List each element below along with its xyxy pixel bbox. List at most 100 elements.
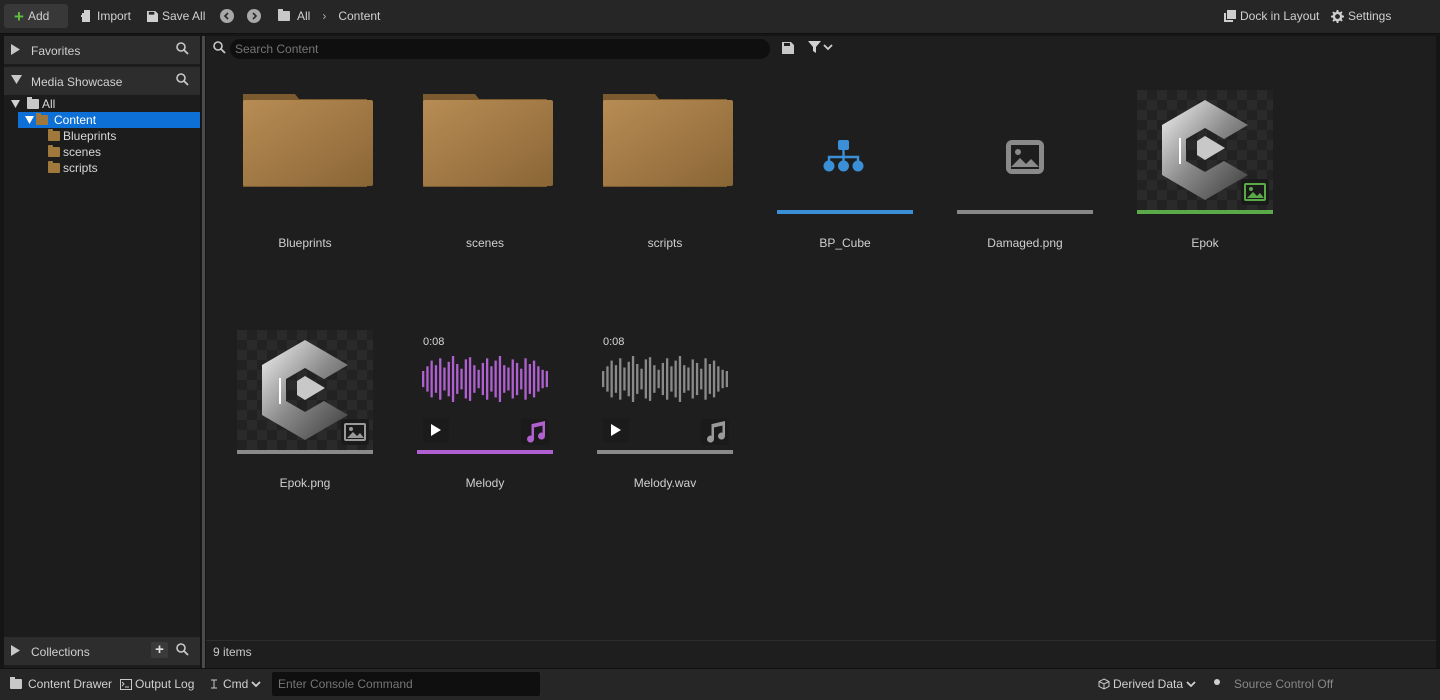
- waveform-bar: [486, 358, 489, 400]
- search-icon[interactable]: [176, 643, 189, 656]
- save-all-button[interactable]: Save All: [147, 4, 205, 28]
- add-button[interactable]: + Add: [4, 4, 68, 28]
- waveform-bar: [426, 366, 429, 392]
- waveform-bar: [430, 360, 433, 398]
- tree-label: Content: [54, 113, 97, 127]
- filter-icon: [808, 41, 821, 53]
- tree-item-content[interactable]: Content: [18, 112, 200, 128]
- asset-tile-melody[interactable]: 0:08 Melody: [417, 330, 553, 490]
- search-icon: [213, 41, 226, 54]
- image-icon: [1006, 140, 1044, 174]
- cmd-label: Cmd: [223, 677, 249, 691]
- import-button[interactable]: Import: [81, 4, 131, 28]
- waveform-bar: [636, 364, 639, 394]
- waveform-bar: [725, 371, 728, 388]
- play-button[interactable]: [423, 418, 449, 442]
- asset-type-bar: [957, 210, 1093, 214]
- folder-icon: [48, 161, 60, 173]
- waveform-bar: [545, 371, 548, 388]
- asset-tile-blueprints[interactable]: Blueprints: [237, 90, 373, 250]
- asset-tile-scripts[interactable]: scripts: [597, 90, 733, 250]
- console-input[interactable]: [278, 677, 540, 691]
- chevron-right-icon: ›: [322, 9, 327, 23]
- waveform-bar: [468, 357, 472, 401]
- asset-type-bar: [417, 450, 553, 454]
- folder-icon: [423, 94, 553, 187]
- waveform-bar: [640, 368, 643, 390]
- waveform-bar: [490, 366, 493, 392]
- tree-item-scenes[interactable]: scenes: [4, 144, 200, 160]
- derived-data-dropdown[interactable]: Derived Data: [1098, 677, 1196, 691]
- asset-name: BP_Cube: [819, 236, 871, 250]
- folder-icon: [36, 113, 48, 125]
- save-icon: [147, 10, 158, 22]
- search-icon[interactable]: [176, 42, 189, 55]
- waveform-bar: [687, 367, 690, 391]
- waveform-bar: [515, 362, 519, 396]
- source-control-button[interactable]: Source Control Off: [1234, 677, 1333, 691]
- asset-name: Damaged.png: [987, 236, 1063, 250]
- filter-dropdown[interactable]: [808, 41, 833, 53]
- output-log-button[interactable]: Output Log: [120, 677, 194, 691]
- breadcrumb-current[interactable]: Content: [338, 9, 380, 23]
- add-collection-button[interactable]: +: [151, 642, 168, 658]
- waveform-bar: [717, 366, 720, 392]
- breadcrumb-root[interactable]: All: [297, 9, 310, 23]
- waveform-bar: [631, 356, 635, 402]
- expand-arrow-icon: [11, 645, 20, 656]
- back-icon[interactable]: [220, 9, 234, 23]
- asset-name: Epok: [1191, 236, 1219, 250]
- forward-icon[interactable]: [247, 9, 261, 23]
- tree-item-all[interactable]: All: [4, 96, 200, 112]
- waveform-bar: [602, 371, 605, 388]
- chevron-down-icon: [251, 681, 261, 688]
- waveform-bar: [528, 364, 531, 394]
- waveform-bar: [657, 369, 660, 389]
- asset-tile-melody-wav[interactable]: 0:08 Melody.wav: [597, 330, 733, 490]
- waveform-bar: [511, 359, 514, 399]
- chevron-down-icon: [1186, 681, 1196, 688]
- asset-tile-epok[interactable]: Epok: [1137, 90, 1273, 250]
- favorites-header[interactable]: Favorites: [4, 36, 200, 64]
- collapse-arrow-icon: [11, 100, 20, 108]
- dock-in-layout-button[interactable]: Dock in Layout: [1224, 4, 1319, 28]
- chevron-down-icon: [823, 44, 833, 51]
- epok-logo-icon: [1162, 100, 1248, 200]
- tree-item-scripts[interactable]: scripts: [4, 160, 200, 176]
- folder-icon: [603, 94, 733, 187]
- cmd-dropdown[interactable]: Cmd: [208, 677, 261, 691]
- waveform-bar: [614, 365, 618, 393]
- waveform-bar: [494, 360, 497, 398]
- media-showcase-label: Media Showcase: [31, 75, 123, 89]
- folder-icon: [278, 9, 290, 21]
- asset-tile-scenes[interactable]: scenes: [417, 90, 553, 250]
- search-input[interactable]: [235, 42, 770, 56]
- media-showcase-header[interactable]: Media Showcase: [4, 67, 200, 95]
- waveform-bar: [447, 361, 450, 397]
- blueprint-icon: [823, 140, 864, 172]
- collapse-arrow-icon: [11, 75, 22, 84]
- asset-tile-damaged-png[interactable]: Damaged.png: [957, 90, 1093, 250]
- panel-splitter[interactable]: [202, 36, 205, 668]
- settings-button[interactable]: Settings: [1331, 4, 1391, 28]
- asset-tile-bp-cube[interactable]: BP_Cube: [777, 90, 913, 250]
- play-button[interactable]: [603, 418, 629, 442]
- waveform-bar: [721, 369, 724, 389]
- waveform-bar: [623, 367, 626, 391]
- asset-type-bar: [597, 450, 733, 454]
- collapse-arrow-icon: [25, 116, 34, 124]
- command-icon: [211, 679, 217, 689]
- texture-badge-icon: [1241, 179, 1269, 205]
- waveform-bar: [451, 356, 455, 402]
- tree-item-blueprints[interactable]: Blueprints: [4, 128, 200, 144]
- search-icon[interactable]: [176, 73, 189, 86]
- save-search-icon[interactable]: [782, 42, 794, 54]
- image-badge-icon: [341, 419, 369, 445]
- item-count: 9 items: [213, 645, 252, 659]
- collections-header[interactable]: Collections +: [4, 637, 200, 665]
- content-drawer-button[interactable]: Content Drawer: [10, 677, 112, 691]
- asset-tile-epok-png[interactable]: Epok.png: [237, 330, 373, 490]
- waveform-bar: [541, 369, 544, 389]
- save-all-label: Save All: [162, 9, 206, 23]
- source-control-label: Source Control Off: [1234, 677, 1334, 691]
